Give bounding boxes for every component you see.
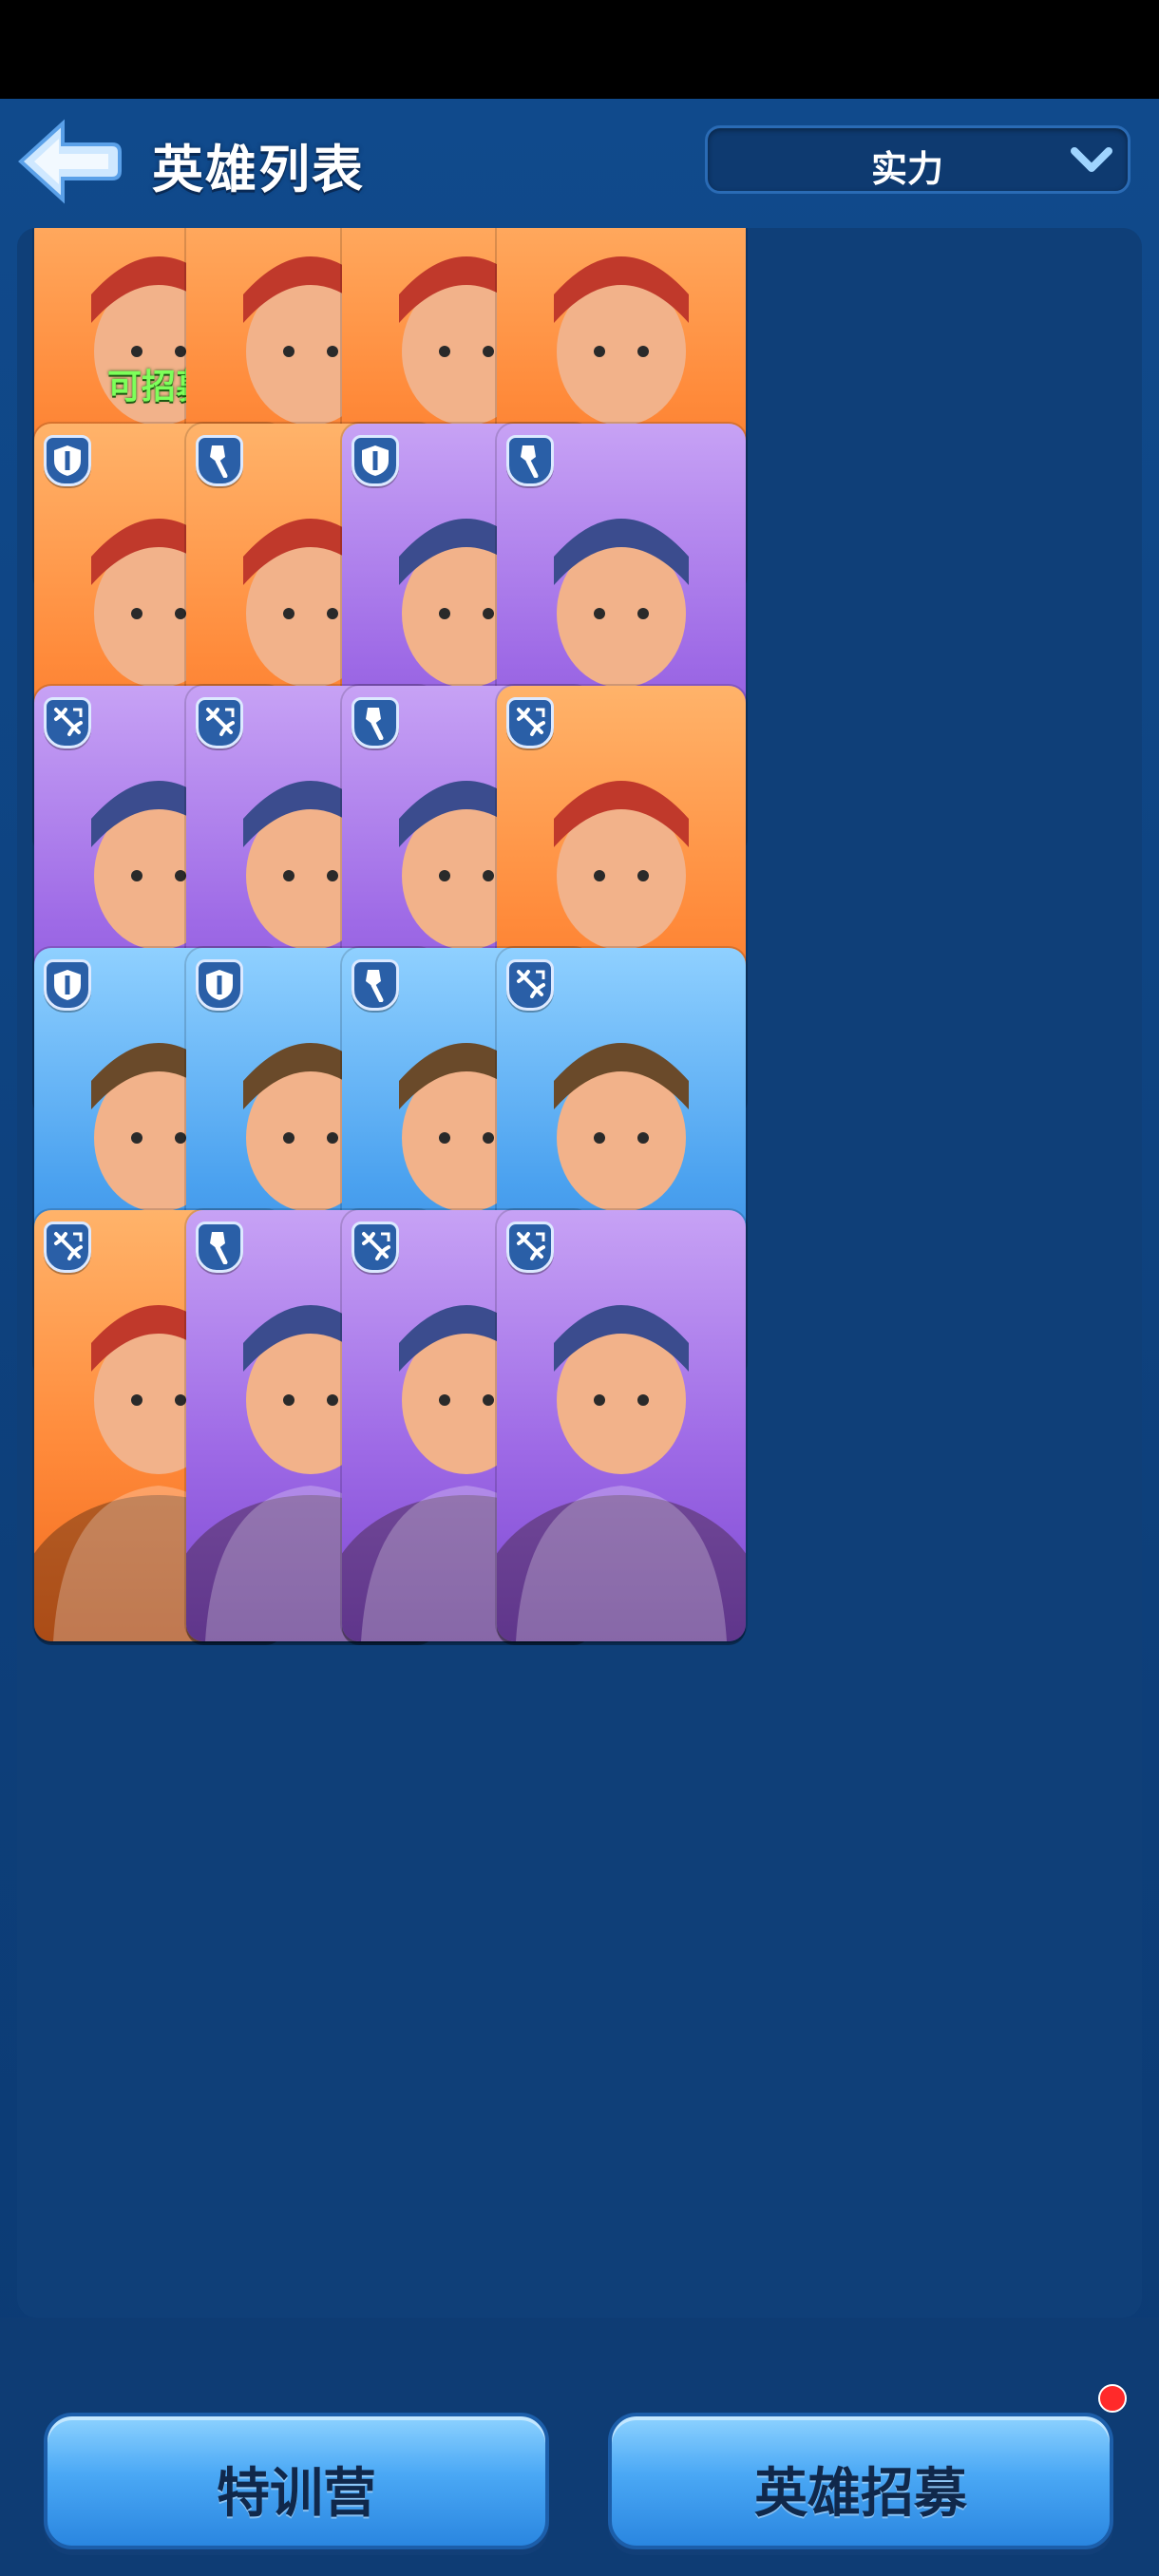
crossbow-class-icon bbox=[352, 1222, 399, 1273]
hero-grid: 可招募166/1080级80级80级80级80级80级80级80级80级80级8… bbox=[17, 228, 1142, 2318]
hero-list-screen: 英雄列表 实力 可招募166/1080级80级80级80级80级80级80级80… bbox=[0, 99, 1159, 2576]
crossbow-class-icon bbox=[506, 959, 554, 1011]
shield-class-icon bbox=[352, 435, 399, 486]
back-arrow-icon bbox=[18, 119, 122, 204]
shield-class-icon bbox=[44, 959, 91, 1011]
shovel-class-icon bbox=[196, 435, 243, 486]
training-camp-label: 特训营 bbox=[217, 2463, 376, 2525]
status-bar bbox=[0, 0, 1159, 99]
crossbow-class-icon bbox=[44, 1222, 91, 1273]
crossbow-class-icon bbox=[196, 697, 243, 748]
sort-value: 实力 bbox=[870, 148, 943, 190]
crossbow-class-icon bbox=[506, 697, 554, 748]
crossbow-class-icon bbox=[44, 697, 91, 748]
training-camp-button[interactable]: 特训营 bbox=[44, 2413, 549, 2549]
crossbow-class-icon bbox=[506, 1222, 554, 1273]
footer: 特训营 英雄招募 bbox=[0, 2318, 1159, 2576]
notification-dot bbox=[1098, 2384, 1127, 2413]
hero-recruit-label: 英雄招募 bbox=[754, 2463, 967, 2525]
sort-select[interactable]: 实力 bbox=[705, 125, 1130, 194]
shield-class-icon bbox=[44, 435, 91, 486]
hero-card[interactable] bbox=[497, 1210, 746, 1641]
shovel-class-icon bbox=[196, 1222, 243, 1273]
shield-class-icon bbox=[196, 959, 243, 1011]
back-button[interactable] bbox=[13, 116, 125, 207]
page-title: 英雄列表 bbox=[152, 140, 365, 199]
shovel-class-icon bbox=[352, 959, 399, 1011]
shovel-class-icon bbox=[352, 697, 399, 748]
header: 英雄列表 实力 bbox=[0, 99, 1159, 222]
hero-recruit-button[interactable]: 英雄招募 bbox=[608, 2413, 1113, 2549]
shovel-class-icon bbox=[506, 435, 554, 486]
hero-portrait bbox=[497, 1210, 746, 1641]
chevron-down-icon bbox=[1071, 147, 1112, 172]
